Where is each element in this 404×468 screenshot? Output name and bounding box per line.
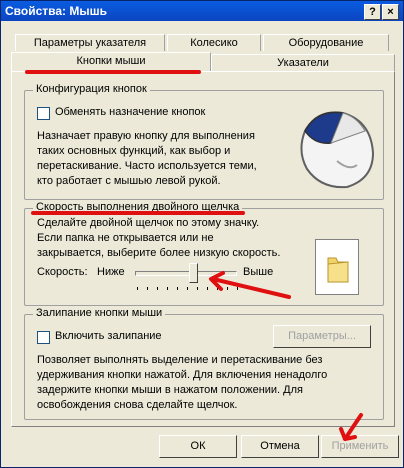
- close-button[interactable]: ×: [382, 4, 399, 20]
- click-lock-checkbox[interactable]: [37, 331, 50, 344]
- swap-buttons-checkbox[interactable]: [37, 107, 50, 120]
- mouse-properties-dialog: Свойства: Мышь ? × Параметры указателя К…: [0, 0, 404, 468]
- click-lock-title: Залипание кнопки мыши: [33, 307, 166, 319]
- annotation-underline-tab: [25, 70, 201, 74]
- click-lock-desc-4: освобождения снова сделайте щелчок.: [37, 399, 238, 411]
- click-lock-label: Включить залипание: [55, 330, 162, 342]
- slider-tick: [137, 287, 138, 290]
- test-folder-area[interactable]: [315, 239, 359, 295]
- speed-label: Скорость:: [37, 266, 88, 278]
- button-config-desc-3: перетаскивание. Часто используется теми,: [37, 160, 257, 172]
- double-click-desc-3: закрывается, выберите более низкую скоро…: [37, 247, 281, 259]
- button-config-desc-1: Назначает правую кнопку для выполнения: [37, 130, 255, 142]
- annotation-arrow-apply: [339, 413, 363, 441]
- slider-tick: [157, 287, 158, 290]
- click-lock-settings-button[interactable]: Параметры...: [273, 325, 371, 348]
- button-config-group: Конфигурация кнопок Обменять назначение …: [24, 83, 384, 200]
- ok-button[interactable]: ОК: [159, 435, 237, 458]
- slider-tick: [177, 287, 178, 290]
- title-bar: Свойства: Мышь ? ×: [1, 1, 403, 21]
- button-config-title: Конфигурация кнопок: [33, 83, 150, 95]
- button-config-desc-4: кто работает с мышью левой рукой.: [37, 175, 221, 187]
- click-lock-desc-1: Позволяет выполнять выделение и перетаск…: [37, 354, 323, 366]
- slider-tick: [147, 287, 148, 290]
- swap-buttons-label: Обменять назначение кнопок: [55, 106, 206, 118]
- annotation-arrow-slider: [209, 271, 291, 299]
- mouse-image: [300, 111, 375, 189]
- tab-pointer-options[interactable]: Параметры указателя: [15, 34, 165, 51]
- double-click-desc-2: Если папка не открывается или не: [37, 232, 214, 244]
- help-button[interactable]: ?: [364, 4, 381, 20]
- slider-tick: [187, 287, 188, 290]
- click-lock-desc-3: задержите кнопки мыши в нажатом положени…: [37, 384, 303, 396]
- tab-pointers[interactable]: Указатели: [211, 54, 395, 71]
- annotation-underline-speed: [31, 211, 245, 215]
- button-config-desc-2: таких основных функций, как выбор и: [37, 145, 231, 157]
- tab-wheel[interactable]: Колесико: [167, 34, 261, 51]
- click-lock-desc-2: удерживания кнопки нажатой. Для включени…: [37, 369, 328, 381]
- window-title: Свойства: Мышь: [5, 4, 107, 18]
- speed-slow-label: Ниже: [97, 266, 125, 278]
- double-click-desc-1: Сделайте двойной щелчок по этому значку.: [37, 217, 260, 229]
- click-lock-group: Залипание кнопки мыши Включить залипание…: [24, 307, 384, 420]
- tab-buttons[interactable]: Кнопки мыши: [11, 52, 211, 71]
- slider-tick: [197, 287, 198, 290]
- tab-hardware[interactable]: Оборудование: [263, 34, 389, 51]
- cancel-button[interactable]: Отмена: [241, 435, 319, 458]
- folder-icon: [327, 257, 349, 283]
- speed-slider-thumb[interactable]: [189, 263, 198, 283]
- tab-panel: Конфигурация кнопок Обменять назначение …: [11, 71, 395, 427]
- slider-tick: [167, 287, 168, 290]
